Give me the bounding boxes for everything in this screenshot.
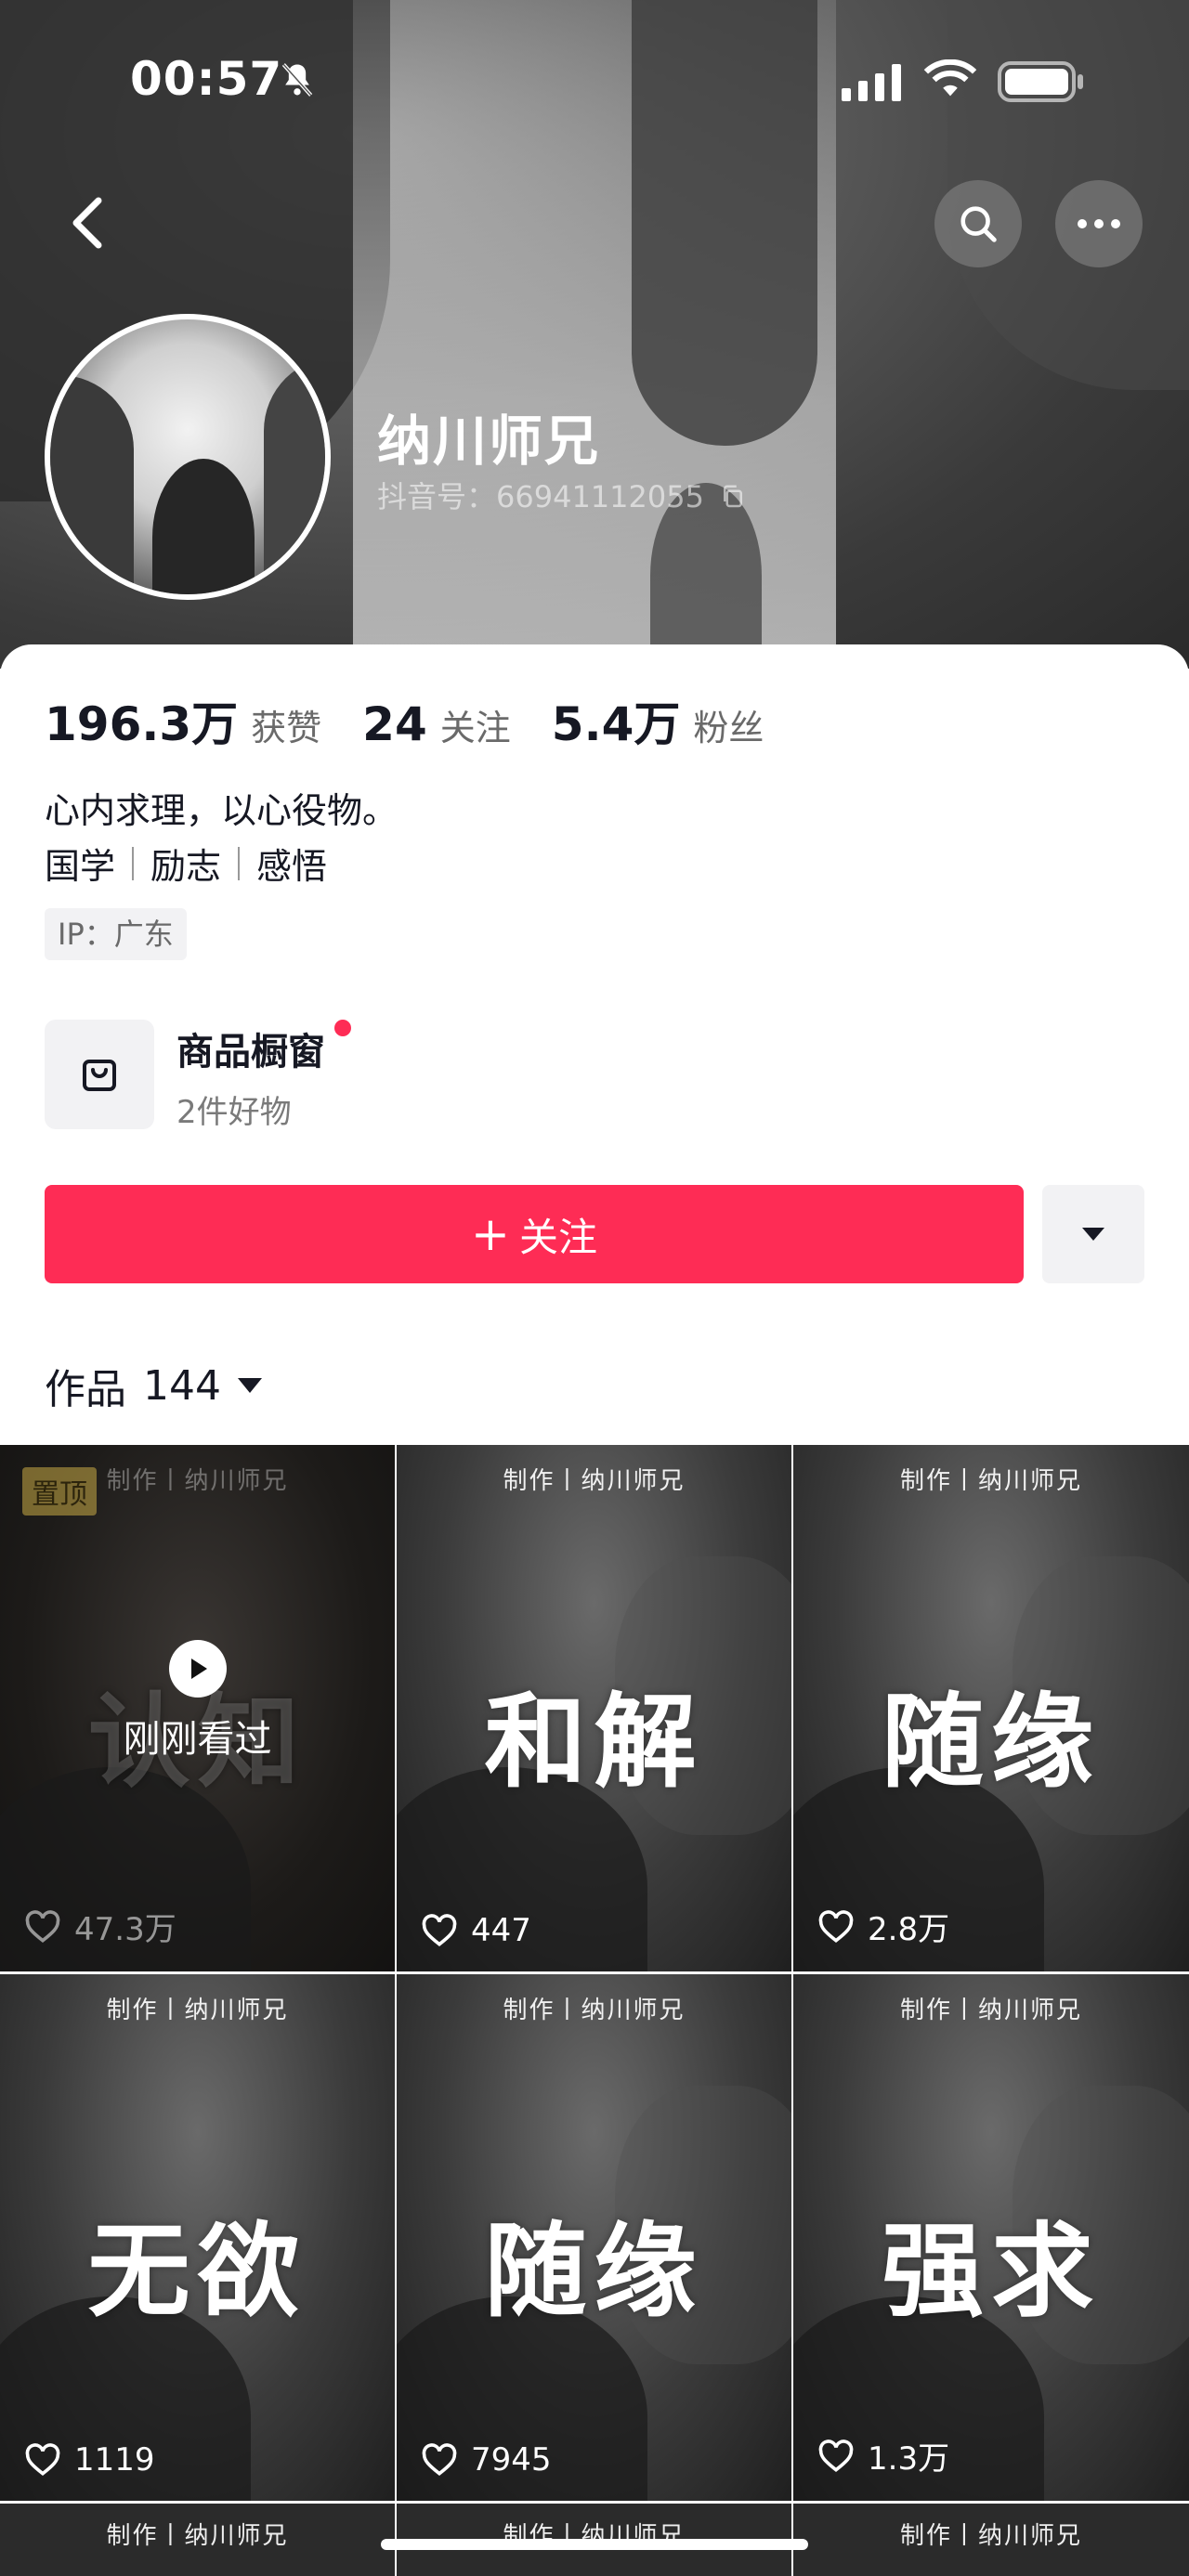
video-tile[interactable]: 制作丨纳川师兄 [793,2504,1189,2576]
ip-location-badge: IP：广东 [45,908,187,960]
tag-divider [238,846,241,880]
profile-stats: 196.3万 获赞 24 关注 5.4万 粉丝 [45,687,804,754]
home-indicator[interactable] [381,2539,808,2550]
more-icon [1078,219,1120,228]
signal-icon [842,64,901,101]
video-likes-count: 447 [471,1912,531,1949]
search-icon [960,206,997,242]
avatar-peak [152,459,255,594]
caret-down-icon [1082,1228,1104,1241]
back-icon[interactable] [65,195,110,251]
notification-dot [334,1020,351,1036]
video-likes-count: 1119 [74,2441,155,2478]
recently-watched-label: 刚刚看过 [123,1718,272,1761]
wifi-icon [923,59,977,97]
video-title-art: 强求 [882,2211,1101,2331]
video-likes-count: 47.3万 [74,1911,176,1948]
works-label: 作品 [45,1366,126,1413]
profile-card: 196.3万 获赞 24 关注 5.4万 粉丝 心内求理，以心役物。 国学 励志… [0,644,1189,1443]
copy-icon[interactable] [719,483,747,511]
douyin-id-text: 抖音号：66941112055 [377,479,704,514]
heart-icon [422,1914,457,1947]
video-credit: 制作丨纳川师兄 [899,1997,1082,2024]
video-tile[interactable]: 制作丨纳川师兄 强求 1.3万 [793,1974,1189,2501]
search-button[interactable] [934,180,1022,267]
video-likes: 47.3万 [24,1904,176,1949]
likes-label: 获赞 [251,708,322,748]
profile-tags: 国学 励志 感悟 [45,838,327,889]
video-likes: 1.3万 [817,2433,949,2478]
follow-label: 关注 [518,1214,597,1260]
video-tile[interactable]: 制作丨纳川师兄 认知 置顶 刚刚看过 47.3万 [0,1445,395,1971]
shop-window-title[interactable]: 商品橱窗 [176,1021,325,1075]
video-tile[interactable]: 制作丨纳川师兄 随缘 2.8万 [793,1445,1189,1971]
status-bar: 00:57 [0,52,1189,108]
battery-icon [998,61,1083,102]
followers-count[interactable]: 5.4万 [552,687,681,754]
tag: 国学 [45,846,116,887]
more-button[interactable] [1055,180,1143,267]
video-likes: 447 [421,1912,531,1949]
profile-header: 00:57 纳川师兄 抖音号：66941112055 [0,0,1189,669]
profile-bio: 心内求理，以心役物。 [45,790,399,831]
followers-label[interactable]: 粉丝 [693,699,764,750]
likes-count: 196.3万 [45,697,239,751]
video-credit: 制作丨纳川师兄 [503,1997,686,2024]
heart-icon [25,2443,60,2477]
video-grid: 制作丨纳川师兄 认知 置顶 刚刚看过 47.3万 制作丨纳川师兄 和解 447 … [0,1445,1189,2501]
avatar-cliff-right [264,357,325,594]
recently-watched-overlay: 刚刚看过 [0,1640,395,1763]
heart-icon [422,2443,457,2477]
works-count: 144 [143,1361,221,1410]
video-tile[interactable]: 制作丨纳川师兄 和解 447 [397,1445,791,1971]
works-tab[interactable]: 作品 144 [45,1356,262,1415]
play-icon [168,1640,227,1698]
heart-icon [818,2439,854,2472]
video-tile[interactable]: 制作丨纳川师兄 无欲 1119 [0,1974,395,2501]
following-label[interactable]: 关注 [440,699,511,750]
video-title-art: 无欲 [87,2211,307,2331]
video-title-art: 随缘 [882,1682,1101,1802]
recommend-dropdown-button[interactable] [1042,1185,1144,1283]
video-credit: 制作丨纳川师兄 [899,1467,1082,1495]
video-credit: 制作丨纳川师兄 [106,1997,289,2024]
video-title-art: 和解 [484,1682,704,1802]
status-time: 00:57 [130,52,283,106]
video-likes: 2.8万 [817,1904,949,1949]
pinned-badge: 置顶 [22,1467,97,1516]
profile-name: 纳川师兄 [377,410,601,473]
video-title-art: 随缘 [484,2211,704,2331]
heart-icon [25,1909,60,1943]
avatar[interactable] [45,314,331,600]
shop-bag-icon [83,1060,116,1091]
video-likes-count: 7945 [471,2441,552,2478]
video-likes: 7945 [421,2441,552,2478]
tag: 励志 [150,846,222,887]
video-credit: 制作丨纳川师兄 [106,2522,289,2550]
video-tile[interactable]: 制作丨纳川师兄 [0,2504,395,2576]
follow-button[interactable]: + 关注 [45,1185,1024,1283]
heart-icon [818,1909,854,1943]
tag: 感悟 [256,846,328,887]
video-credit: 制作丨纳川师兄 [503,1467,686,1495]
video-likes: 1119 [24,2441,155,2478]
following-count[interactable]: 24 [362,697,427,751]
plus-icon: + [471,1207,510,1261]
video-tile[interactable]: 制作丨纳川师兄 随缘 7945 [397,1974,791,2501]
video-credit: 制作丨纳川师兄 [899,2522,1082,2550]
video-likes-count: 1.3万 [868,2440,950,2478]
video-likes-count: 2.8万 [868,1911,950,1948]
shop-window-subtitle: 2件好物 [176,1094,292,1131]
caret-down-icon [237,1378,262,1393]
tag-divider [132,846,135,880]
shop-window-button[interactable] [45,1020,154,1129]
douyin-id[interactable]: 抖音号：66941112055 [377,474,747,516]
bell-mute-icon [281,63,313,97]
avatar-cliff [50,375,134,594]
